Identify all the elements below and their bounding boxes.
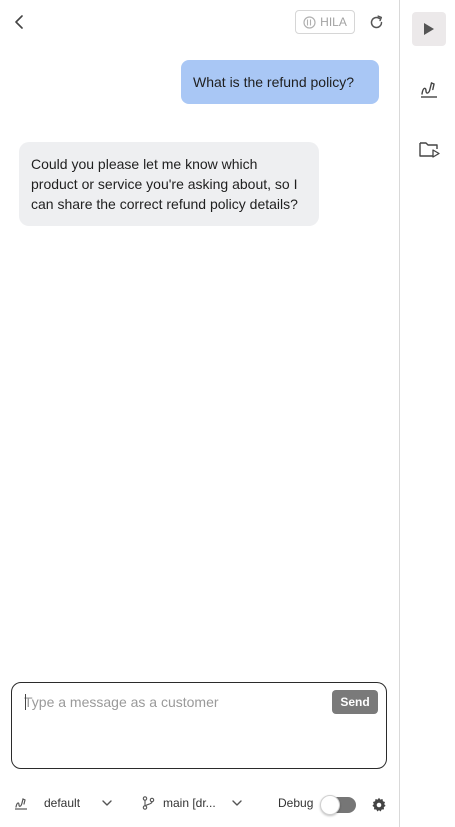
right-tool-rail: [399, 0, 455, 827]
folder-play-icon: [419, 142, 440, 158]
rail-sign-button[interactable]: [412, 72, 446, 106]
debug-label-wrap: Debug: [278, 796, 313, 810]
chevron-left-icon: [15, 15, 23, 29]
hila-button[interactable]: HILA: [295, 10, 355, 34]
settings-button[interactable]: [370, 796, 388, 814]
message-input[interactable]: [24, 691, 324, 713]
chat-header: HILA: [0, 0, 399, 44]
rail-folder-play-button[interactable]: [412, 132, 446, 166]
back-button[interactable]: [10, 12, 30, 32]
hila-label: HILA: [320, 15, 347, 29]
persona-label: default: [44, 796, 81, 810]
chevron-down-icon: [231, 799, 242, 806]
send-button[interactable]: Send: [332, 690, 378, 714]
debug-toggle-knob: [320, 795, 340, 815]
persona-selector[interactable]: default: [14, 796, 112, 810]
gear-icon: [372, 797, 386, 812]
chevron-down-icon: [102, 799, 112, 806]
branch-selector[interactable]: main [dr...: [142, 796, 242, 810]
refresh-icon: [370, 14, 382, 28]
user-message-bubble: What is the refund policy?: [181, 60, 379, 104]
chat-panel: HILA What is the refund policy? Could yo…: [0, 0, 399, 827]
assistant-message-text: Could you please let me know which produ…: [31, 156, 298, 212]
sign-icon: [421, 82, 437, 98]
assistant-message-bubble: Could you please let me know which produ…: [19, 142, 319, 226]
git-branch-icon: [142, 796, 155, 810]
sign-icon: [15, 798, 27, 810]
chat-footer: default main [dr... Debug: [0, 790, 399, 820]
message-composer: Send: [11, 682, 387, 769]
rail-play-button[interactable]: [412, 12, 446, 46]
debug-label: Debug: [278, 796, 314, 810]
branch-label: main [dr...: [163, 796, 216, 810]
debug-toggle[interactable]: [320, 795, 356, 815]
user-message-text: What is the refund policy?: [193, 74, 355, 90]
refresh-button[interactable]: [366, 12, 386, 32]
hila-icon: [303, 15, 316, 29]
play-icon: [424, 23, 434, 35]
text-caret: [25, 694, 26, 710]
